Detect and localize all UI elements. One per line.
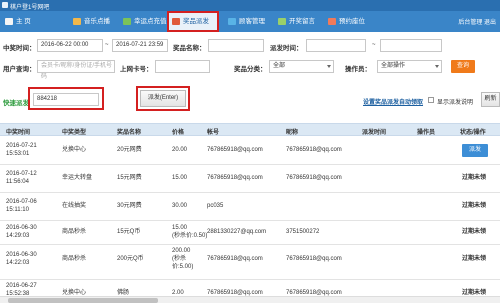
row-account: 2881330227@qq.com	[207, 229, 267, 235]
prize-name-input[interactable]	[208, 39, 264, 52]
row-prize-name: 200元Q币	[117, 256, 144, 262]
row-prize-name: 20元网费	[117, 147, 142, 153]
award-range-separator: ~	[372, 42, 376, 48]
award-end-input[interactable]	[380, 39, 442, 52]
music-icon	[73, 18, 81, 25]
row-price: 30.00	[172, 203, 188, 209]
nav-customers[interactable]: 顾客管理	[225, 13, 275, 30]
prize-category-select[interactable]: 全部	[269, 60, 334, 73]
award-enter-button[interactable]: 派发(Enter)	[140, 90, 186, 107]
table-row: 2016-07-12 11:56:04 幸运大转盘 15元网费 15.00 767…	[0, 165, 500, 193]
chevron-down-icon	[435, 65, 439, 68]
row-price: 200.00 (秒杀价:5.00)	[172, 248, 194, 270]
row-prize-name: 15元网费	[117, 175, 142, 181]
col-status: 状态/操作	[460, 130, 486, 136]
show-award-notes-label: 显示派发说明	[437, 100, 474, 106]
admin-links[interactable]: 后台管理 退出	[458, 17, 496, 26]
range-separator: ~	[105, 42, 109, 48]
title-bar: 棋户登1号网吧	[0, 0, 500, 11]
card-number-label: 上网卡号：	[120, 66, 153, 73]
nav-seat-booking[interactable]: 预约座位	[325, 13, 375, 30]
prize-category-label: 奖品分类：	[234, 66, 267, 73]
col-win-type: 中奖类型	[62, 130, 87, 136]
row-prize-name: 15元Q币	[117, 229, 141, 235]
row-nickname: 3751500272	[286, 229, 320, 235]
row-nickname: 767865918@qq.com	[286, 256, 342, 262]
refresh-button[interactable]: 刷新	[481, 92, 500, 107]
table-row: 2016-06-30 14:29:03 商品秒杀 15元Q币 15.00 (秒杀价:…	[0, 221, 500, 245]
home-icon	[5, 18, 13, 25]
row-win-time: 2016-07-12 11:56:04	[6, 171, 37, 185]
operator-select[interactable]: 全部操作	[377, 60, 442, 73]
row-account: 767865918@qq.com	[207, 147, 263, 153]
card-number-input[interactable]	[155, 60, 210, 73]
nav-prize-award[interactable]: 奖品派发	[167, 11, 219, 32]
seat-icon	[328, 18, 336, 25]
col-prize-name: 奖品名称	[117, 130, 142, 136]
operator-label: 操作员：	[345, 66, 371, 73]
table-row: 2016-06-30 14:22:03 商品秒杀 200元Q币 200.00 (秒杀…	[0, 245, 500, 280]
user-query-input[interactable]: 会员卡/昵称/身份证/手机号码	[37, 60, 115, 80]
award-row-button[interactable]: 派发	[462, 144, 488, 157]
table-row: 2016-06-27 15:52:38 兑换中心 佛肠 2.00 76786591…	[0, 280, 500, 297]
row-win-type: 在线抽奖	[62, 203, 87, 209]
row-status: 过期未领	[462, 229, 487, 235]
row-prize-name: 30元网费	[117, 203, 142, 209]
row-win-type: 商品秒杀	[62, 256, 87, 262]
row-account: 767865918@qq.com	[207, 256, 263, 262]
start-time-input[interactable]: 2016-06-22 00:00	[37, 39, 103, 52]
win-time-label: 中奖时间：	[3, 45, 36, 52]
auto-receive-settings-link[interactable]: 设置奖品派发自动领取	[363, 97, 423, 106]
row-win-type: 幸运大转盘	[62, 175, 93, 181]
award-start-input[interactable]	[306, 39, 366, 52]
row-win-time: 2016-07-06 15:11:10	[6, 199, 37, 213]
query-button[interactable]: 查询	[451, 60, 475, 73]
main-nav: 主 页 音乐点播 幸运点充值 奖品派发 顾客管理 开奖留言 预约座位 后台管理 …	[0, 11, 500, 32]
nav-lucky-recharge[interactable]: 幸运点充值	[120, 13, 170, 30]
row-win-type: 商品秒杀	[62, 229, 87, 235]
coin-icon	[123, 18, 131, 25]
chevron-down-icon	[327, 65, 331, 68]
row-account: 767865918@qq.com	[207, 175, 263, 181]
row-nickname: 767865918@qq.com	[286, 175, 342, 181]
show-award-notes-checkbox[interactable]	[428, 97, 434, 103]
app-title: 棋户登1号网吧	[10, 5, 50, 11]
table-row: 2016-07-21 15:53:01 兑换中心 20元网费 20.00 7678…	[0, 137, 500, 165]
row-status: 过期未领	[462, 175, 487, 181]
award-code-input[interactable]: 884218	[33, 93, 99, 106]
nav-music[interactable]: 音乐点播	[70, 13, 120, 30]
row-price: 15.00 (秒杀价:0.50)	[172, 225, 208, 239]
user-icon	[228, 18, 236, 25]
col-account: 帐号	[207, 130, 220, 136]
prize-name-label: 奖品名称：	[173, 45, 206, 52]
row-win-type: 兑换中心	[62, 147, 87, 153]
col-operator: 操作员	[417, 130, 436, 136]
app-icon	[2, 2, 8, 8]
row-win-time: 2016-06-30 14:22:03	[6, 252, 37, 266]
row-win-time: 2016-06-30 14:29:03	[6, 225, 37, 239]
row-price: 15.00	[172, 175, 188, 181]
gift-icon	[172, 18, 180, 25]
table-row: 2016-07-06 15:11:10 在线抽奖 30元网费 30.00 pc03…	[0, 193, 500, 221]
row-win-time: 2016-07-21 15:53:01	[6, 143, 37, 157]
nav-home[interactable]: 主 页	[2, 13, 42, 30]
col-award-time: 派发时间	[362, 130, 387, 136]
user-query-label: 用户查询：	[3, 66, 36, 73]
message-icon	[278, 18, 286, 25]
scrollbar-thumb[interactable]	[8, 298, 158, 303]
award-time-label: 派发时间：	[270, 45, 303, 52]
col-price: 价格	[172, 130, 185, 136]
horizontal-scrollbar[interactable]	[0, 296, 500, 303]
quick-award-label: 快速派发	[3, 100, 29, 107]
row-price: 20.00	[172, 147, 188, 153]
row-status: 过期未领	[462, 256, 487, 262]
row-nickname: 767865918@qq.com	[286, 147, 342, 153]
row-account: pc035	[207, 203, 224, 209]
end-time-input[interactable]: 2016-07-21 23:59	[112, 39, 168, 52]
row-status: 过期未领	[462, 203, 487, 209]
col-nickname: 昵称	[286, 130, 299, 136]
col-win-time: 中奖时间	[6, 130, 31, 136]
nav-messages[interactable]: 开奖留言	[275, 13, 325, 30]
table-header: 中奖时间 中奖类型 奖品名称 价格 帐号 昵称 派发时间 操作员 状态/操作	[0, 123, 500, 136]
